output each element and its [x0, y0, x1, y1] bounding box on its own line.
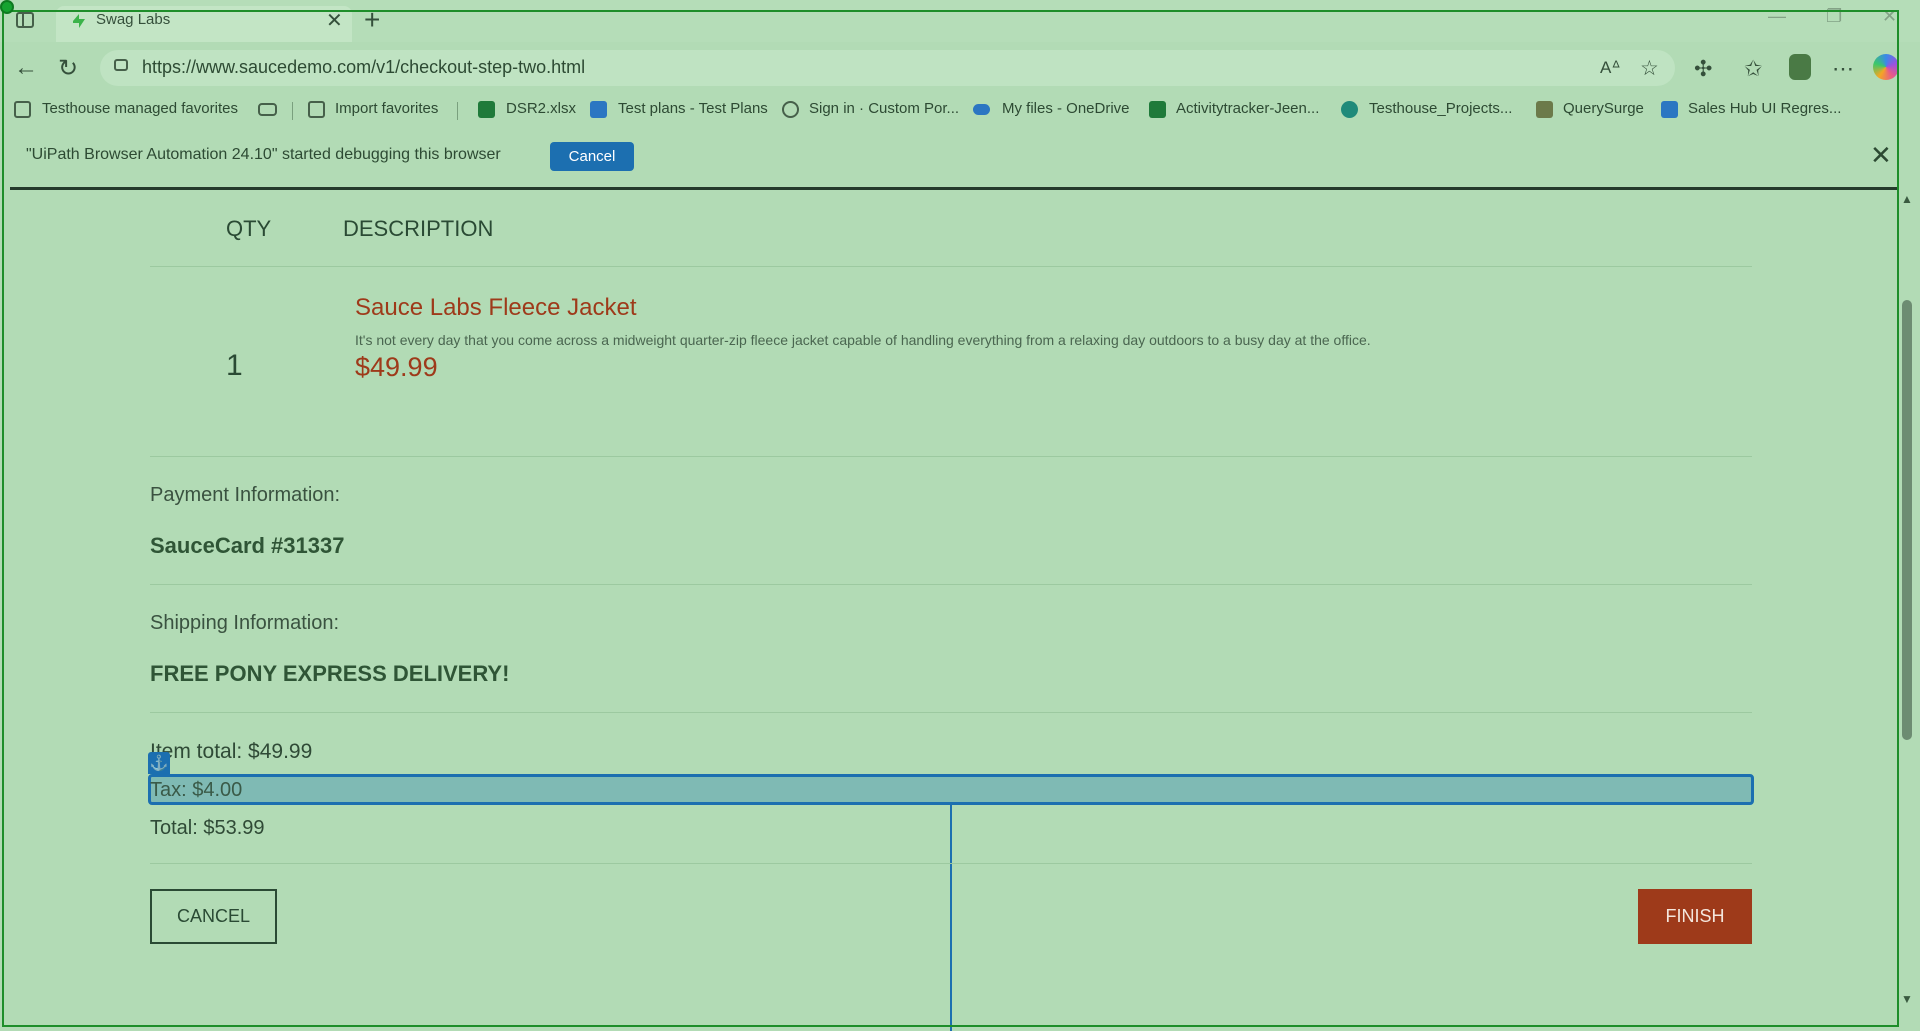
- item-description: It's not every day that you come across …: [355, 332, 1371, 348]
- divider: [150, 863, 1752, 864]
- more-options-icon[interactable]: ⋯: [1832, 56, 1854, 82]
- collections-icon[interactable]: [258, 103, 277, 116]
- total: Total: $53.99: [150, 817, 265, 839]
- folder-icon: [14, 101, 31, 118]
- swag-labs-favicon-icon: [73, 14, 85, 28]
- bookmark-item[interactable]: My files - OneDrive: [1002, 100, 1130, 117]
- bookmark-item[interactable]: Sales Hub UI Regres...: [1688, 100, 1841, 117]
- favorite-star-icon[interactable]: ☆: [1640, 56, 1659, 81]
- azure-devops-icon: [590, 101, 607, 118]
- extensions-icon[interactable]: ✣: [1694, 56, 1712, 82]
- debug-cancel-button[interactable]: Cancel: [550, 142, 634, 171]
- item-total: Item total: $49.99: [150, 740, 313, 763]
- bookmark-item[interactable]: Activitytracker-Jeen...: [1176, 100, 1319, 117]
- sharepoint-icon: [1341, 101, 1358, 118]
- payment-info-value: SauceCard #31337: [150, 533, 345, 558]
- cancel-button[interactable]: CANCEL: [150, 889, 277, 944]
- bookmark-item[interactable]: Testhouse managed favorites: [42, 100, 238, 117]
- qty-header: QTY: [226, 216, 272, 241]
- azure-devops-icon: [1661, 101, 1678, 118]
- item-price: $49.99: [355, 352, 438, 382]
- querysurge-icon: [1536, 101, 1553, 118]
- bookmark-separator: [457, 102, 458, 120]
- bookmark-item[interactable]: DSR2.xlsx: [506, 100, 576, 117]
- excel-icon: [478, 101, 495, 118]
- divider: [150, 456, 1752, 457]
- scrollbar-thumb[interactable]: [1902, 300, 1912, 740]
- copilot-icon[interactable]: [1873, 54, 1899, 80]
- divider: [150, 712, 1752, 713]
- item-quantity: 1: [226, 349, 243, 382]
- item-name-link[interactable]: Sauce Labs Fleece Jacket: [355, 294, 637, 322]
- tax: Tax: $4.00: [150, 779, 243, 801]
- divider: [150, 584, 1752, 585]
- tab-title: Swag Labs: [96, 11, 171, 28]
- scroll-down-icon[interactable]: ▼: [1901, 992, 1913, 1006]
- bookmark-item[interactable]: Test plans - Test Plans: [618, 100, 768, 117]
- divider: [10, 187, 1899, 190]
- close-tab-icon[interactable]: ✕: [326, 8, 343, 33]
- payment-info-label: Payment Information:: [150, 484, 341, 506]
- automation-indicator-icon: [0, 0, 14, 14]
- debug-message: "UiPath Browser Automation 24.10" starte…: [26, 146, 501, 163]
- import-icon: [308, 101, 325, 118]
- sidebar-toggle-icon[interactable]: [16, 12, 34, 28]
- lock-icon[interactable]: [114, 59, 128, 71]
- window-close-icon[interactable]: ✕: [1882, 6, 1897, 27]
- highlight-guide-line: [950, 805, 952, 1031]
- refresh-icon[interactable]: ↻: [58, 54, 78, 83]
- bookmark-item[interactable]: Testhouse_Projects...: [1369, 100, 1512, 117]
- scroll-up-icon[interactable]: ▲: [1901, 192, 1913, 206]
- favorites-icon[interactable]: ✩: [1744, 56, 1762, 82]
- bookmark-item[interactable]: QuerySurge: [1563, 100, 1644, 117]
- element-highlight: [148, 774, 1754, 805]
- restore-icon[interactable]: ❐: [1826, 6, 1842, 27]
- finish-button[interactable]: FINISH: [1638, 889, 1752, 944]
- anchor-icon[interactable]: ⚓: [148, 752, 170, 774]
- bookmark-item[interactable]: Sign in · Custom Por...: [809, 100, 959, 117]
- debug-close-icon[interactable]: ✕: [1870, 140, 1892, 171]
- globe-icon: [782, 101, 799, 118]
- excel-icon: [1149, 101, 1166, 118]
- url-text[interactable]: https://www.saucedemo.com/v1/checkout-st…: [142, 57, 585, 78]
- shipping-info-value: FREE PONY EXPRESS DELIVERY!: [150, 661, 510, 686]
- back-icon[interactable]: ←: [14, 54, 38, 82]
- onedrive-icon: [973, 104, 990, 115]
- read-aloud-icon[interactable]: Aᐞ: [1600, 58, 1621, 78]
- shipping-info-label: Shipping Information:: [150, 612, 340, 634]
- profile-avatar[interactable]: [1789, 54, 1811, 80]
- divider: [150, 266, 1752, 267]
- bookmark-separator: [292, 102, 293, 120]
- new-tab-icon[interactable]: +: [364, 4, 380, 36]
- bookmark-item[interactable]: Import favorites: [335, 100, 438, 117]
- description-header: DESCRIPTION: [343, 216, 494, 241]
- minimize-icon[interactable]: —: [1768, 6, 1786, 27]
